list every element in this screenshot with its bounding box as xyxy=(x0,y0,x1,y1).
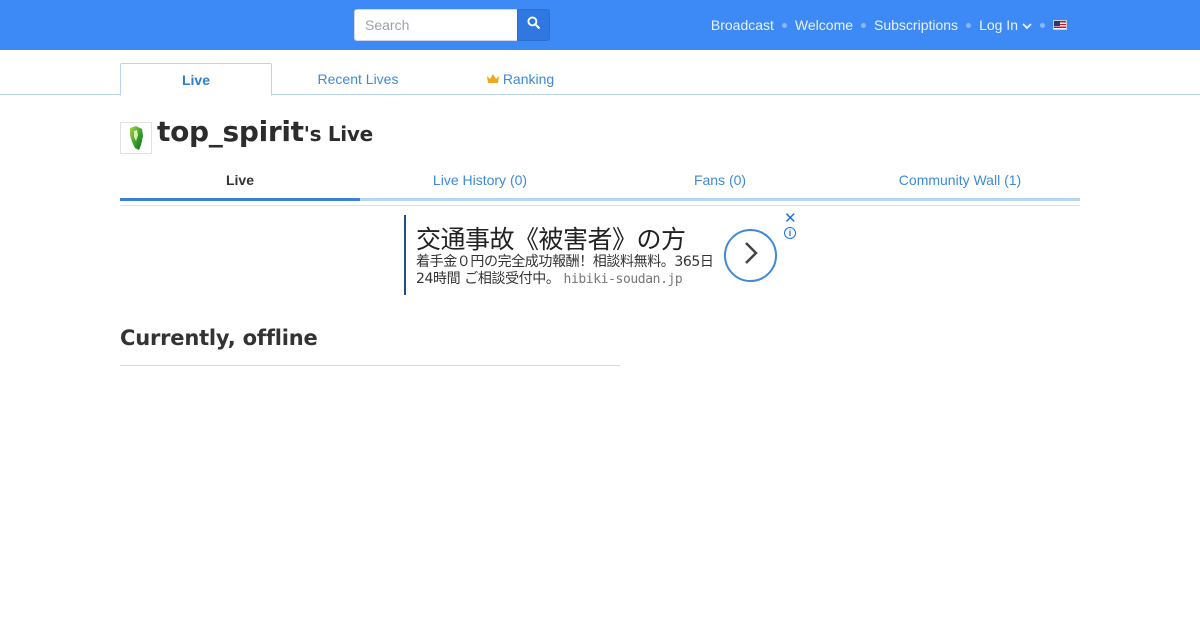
subtab-active-indicator xyxy=(120,198,360,201)
search-icon xyxy=(527,16,540,34)
subtab-label: Fans (0) xyxy=(693,172,747,188)
subtab-community-wall[interactable]: Community Wall (1) xyxy=(840,165,1080,195)
subtab-label: Live xyxy=(225,172,254,188)
tab-live[interactable]: Live xyxy=(120,63,272,96)
search-form xyxy=(354,9,550,41)
crown-icon xyxy=(486,71,500,87)
ad-close-icon[interactable]: ✕ xyxy=(784,209,797,227)
search-input[interactable] xyxy=(354,9,517,41)
ad-info-icon[interactable]: i xyxy=(784,227,796,239)
username: top_spirit xyxy=(157,115,304,148)
us-flag-icon[interactable] xyxy=(1053,20,1067,30)
subtab-live[interactable]: Live xyxy=(120,165,360,195)
login-label: Log In xyxy=(979,17,1018,33)
ad-description: 着手金０円の完全成功報酬！相談料無料。365日24時間 ご相談受付中。 hibi… xyxy=(416,254,716,288)
top-nav-links: Broadcast Welcome Subscriptions Log In xyxy=(711,0,1067,50)
nav-broadcast-link[interactable]: Broadcast xyxy=(711,17,774,33)
subtab-live-history[interactable]: Live History (0) xyxy=(360,165,600,195)
avatar[interactable] xyxy=(120,122,152,154)
tab-label: Recent Lives xyxy=(317,71,399,87)
nav-welcome-link[interactable]: Welcome xyxy=(795,17,853,33)
subtab-label: Live History (0) xyxy=(432,172,528,188)
tab-recent-lives[interactable]: Recent Lives xyxy=(282,63,434,95)
ad-arrow-button[interactable] xyxy=(724,229,777,282)
search-button[interactable] xyxy=(517,9,550,41)
nav-separator xyxy=(781,22,787,28)
chevron-right-icon xyxy=(741,240,761,271)
subtab-label: Community Wall (1) xyxy=(898,172,1022,188)
ad-accent-line xyxy=(404,215,406,295)
tab-label: Ranking xyxy=(502,71,555,87)
title-suffix: 's Live xyxy=(303,122,373,146)
advertisement[interactable]: 交通事故《被害者》の方 着手金０円の完全成功報酬！相談料無料。365日24時間 … xyxy=(404,209,800,298)
top-navbar: Broadcast Welcome Subscriptions Log In xyxy=(0,0,1200,50)
ad-title[interactable]: 交通事故《被害者》の方 xyxy=(416,220,686,256)
nav-subscriptions-link[interactable]: Subscriptions xyxy=(874,17,958,33)
nav-separator xyxy=(1040,22,1045,28)
page-title: top_spirit's Live xyxy=(157,115,373,148)
subtab-fans[interactable]: Fans (0) xyxy=(600,165,840,195)
nav-separator xyxy=(861,22,867,28)
nav-separator xyxy=(966,22,972,28)
tab-ranking[interactable]: Ranking xyxy=(444,63,596,95)
profile-subtabs: Live Live History (0) Fans (0) Community… xyxy=(120,165,1080,206)
live-status: Currently, offline xyxy=(120,326,620,366)
ad-domain[interactable]: hibiki-soudan.jp xyxy=(564,272,683,287)
nav-login-dropdown[interactable]: Log In xyxy=(979,17,1032,33)
main-tabs: Live Recent Lives Ranking xyxy=(0,50,1200,96)
chevron-down-icon xyxy=(1022,17,1032,33)
status-heading: Currently, offline xyxy=(120,326,318,350)
tab-label: Live xyxy=(181,71,210,88)
